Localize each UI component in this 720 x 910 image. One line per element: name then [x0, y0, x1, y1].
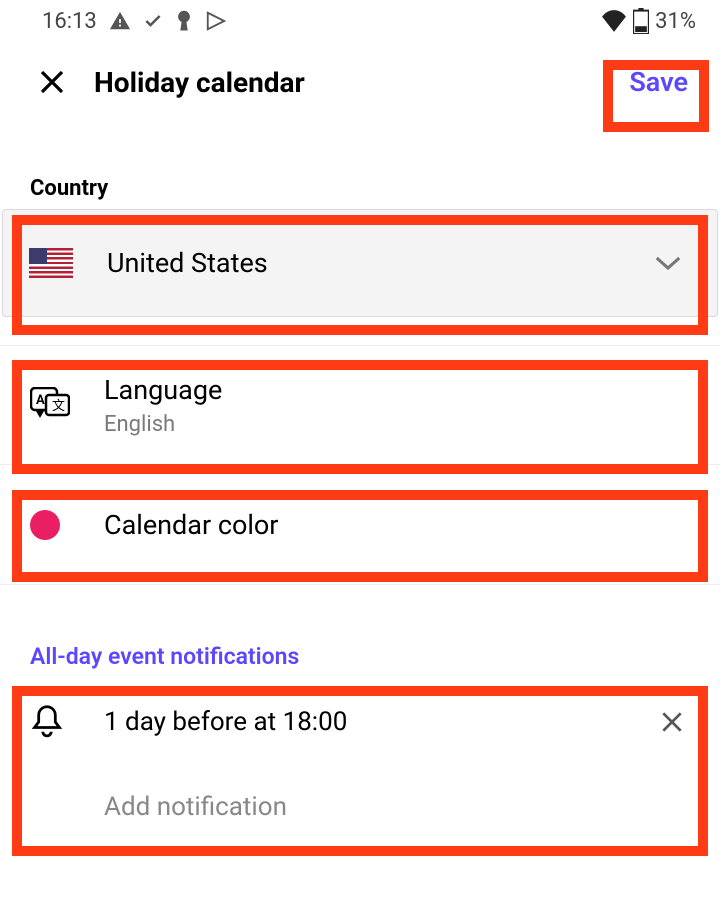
language-row[interactable]: A文 Language English — [0, 345, 720, 465]
add-notification-button[interactable]: Add notification — [104, 792, 690, 822]
wifi-icon — [601, 10, 627, 32]
notifications-header: All-day event notifications — [0, 585, 720, 690]
color-dot-icon — [30, 510, 60, 540]
bell-icon — [30, 704, 74, 740]
status-left: 16:13 — [42, 9, 227, 34]
close-icon — [37, 67, 67, 97]
language-title: Language — [104, 374, 222, 406]
keyhole-icon — [175, 10, 193, 32]
battery-percent: 31% — [655, 9, 696, 34]
remove-notification-button[interactable] — [654, 704, 690, 740]
status-time: 16:13 — [42, 9, 97, 34]
notification-row[interactable]: 1 day before at 18:00 — [30, 690, 690, 754]
status-right: 31% — [601, 8, 696, 34]
calendar-color-title: Calendar color — [104, 509, 278, 541]
play-icon — [205, 10, 227, 32]
notification-label: 1 day before at 18:00 — [104, 707, 654, 737]
chevron-down-icon — [653, 254, 683, 272]
page-title: Holiday calendar — [94, 66, 615, 99]
translate-icon: A文 — [30, 387, 74, 423]
country-value: United States — [107, 247, 653, 279]
calendar-color-row[interactable]: Calendar color — [0, 465, 720, 585]
country-label: Country — [0, 122, 720, 209]
flag-icon — [29, 248, 73, 278]
app-bar: Holiday calendar Save — [0, 42, 720, 122]
svg-text:A: A — [36, 393, 45, 408]
language-value: English — [104, 412, 222, 437]
check-icon — [143, 11, 163, 31]
country-selector[interactable]: United States — [2, 209, 718, 317]
status-bar: 16:13 31% — [0, 0, 720, 42]
save-button[interactable]: Save — [615, 56, 702, 108]
svg-text:文: 文 — [52, 399, 65, 414]
battery-icon — [633, 8, 649, 34]
close-button[interactable] — [30, 60, 74, 104]
close-icon — [659, 709, 685, 735]
warning-icon — [109, 10, 131, 32]
